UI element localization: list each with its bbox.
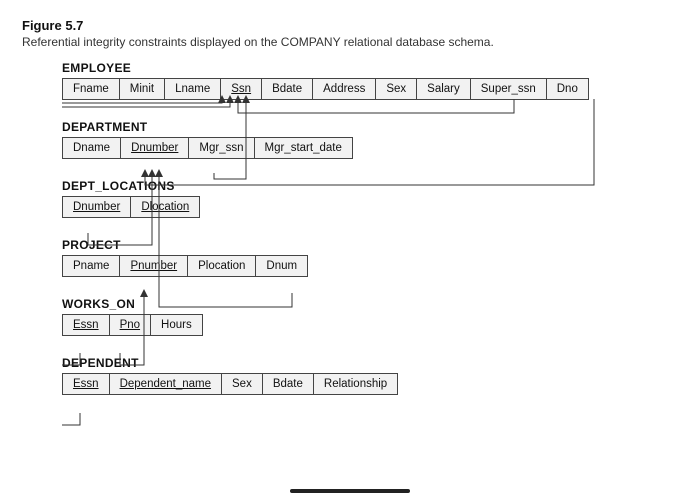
table-row: Fname Minit Lname Ssn Bdate Address Sex … xyxy=(62,78,678,100)
column-dnum: Dnum xyxy=(255,255,308,277)
column-address: Address xyxy=(312,78,375,100)
column-bdate: Bdate xyxy=(262,373,313,395)
column-essn: Essn xyxy=(62,373,109,395)
column-pno: Pno xyxy=(109,314,150,336)
table-name: DEPENDENT xyxy=(62,356,678,370)
column-dno: Dno xyxy=(546,78,589,100)
column-mgr-ssn: Mgr_ssn xyxy=(188,137,253,159)
table-dept-locations: DEPT_LOCATIONS Dnumber Dlocation xyxy=(62,179,678,218)
table-name: DEPARTMENT xyxy=(62,120,678,134)
table-works-on: WORKS_ON Essn Pno Hours xyxy=(62,297,678,336)
figure-label: Figure 5.7 xyxy=(22,18,678,33)
column-dnumber: Dnumber xyxy=(120,137,188,159)
column-fname: Fname xyxy=(62,78,119,100)
column-pname: Pname xyxy=(62,255,119,277)
table-row: Pname Pnumber Plocation Dnum xyxy=(62,255,678,277)
column-dlocation: Dlocation xyxy=(130,196,200,218)
column-plocation: Plocation xyxy=(187,255,255,277)
column-super-ssn: Super_ssn xyxy=(470,78,546,100)
column-dname: Dname xyxy=(62,137,120,159)
table-department: DEPARTMENT Dname Dnumber Mgr_ssn Mgr_sta… xyxy=(62,120,678,159)
column-dependent-name: Dependent_name xyxy=(109,373,221,395)
schema-diagram: EMPLOYEE Fname Minit Lname Ssn Bdate Add… xyxy=(62,61,678,395)
table-row: Essn Dependent_name Sex Bdate Relationsh… xyxy=(62,373,678,395)
column-essn: Essn xyxy=(62,314,109,336)
table-row: Essn Pno Hours xyxy=(62,314,678,336)
column-ssn: Ssn xyxy=(220,78,261,100)
figure-caption: Referential integrity constraints displa… xyxy=(22,35,678,49)
table-project: PROJECT Pname Pnumber Plocation Dnum xyxy=(62,238,678,277)
column-pnumber: Pnumber xyxy=(119,255,187,277)
table-row: Dnumber Dlocation xyxy=(62,196,678,218)
table-employee: EMPLOYEE Fname Minit Lname Ssn Bdate Add… xyxy=(62,61,678,100)
column-hours: Hours xyxy=(150,314,203,336)
column-sex: Sex xyxy=(221,373,262,395)
column-bdate: Bdate xyxy=(261,78,312,100)
column-salary: Salary xyxy=(416,78,470,100)
column-mgr-start-date: Mgr_start_date xyxy=(254,137,353,159)
column-dnumber: Dnumber xyxy=(62,196,130,218)
column-minit: Minit xyxy=(119,78,164,100)
column-sex: Sex xyxy=(375,78,416,100)
table-name: EMPLOYEE xyxy=(62,61,678,75)
column-lname: Lname xyxy=(164,78,220,100)
table-name: PROJECT xyxy=(62,238,678,252)
column-relationship: Relationship xyxy=(313,373,398,395)
table-name: DEPT_LOCATIONS xyxy=(62,179,678,193)
table-name: WORKS_ON xyxy=(62,297,678,311)
table-dependent: DEPENDENT Essn Dependent_name Sex Bdate … xyxy=(62,356,678,395)
handle-bar xyxy=(290,489,410,493)
table-row: Dname Dnumber Mgr_ssn Mgr_start_date xyxy=(62,137,678,159)
